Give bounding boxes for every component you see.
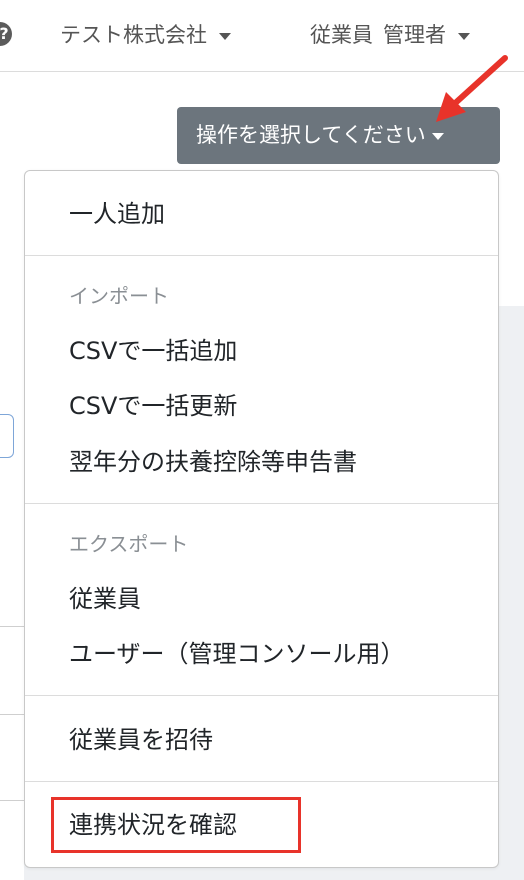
- menu-item-export-employees[interactable]: 従業員: [69, 583, 141, 615]
- company-menu[interactable]: テスト株式会社: [60, 22, 231, 48]
- select-action-button[interactable]: 操作を選択してください: [177, 107, 500, 164]
- question-circle-icon[interactable]: ?: [0, 22, 12, 46]
- action-dropdown-menu: 一人追加 インポート CSVで一括追加 CSVで一括更新 翌年分の扶養控除等申告…: [24, 170, 499, 868]
- menu-item-invite-employees[interactable]: 従業員を招待: [69, 724, 213, 756]
- background-divider: [0, 626, 24, 627]
- background-divider: [0, 714, 24, 715]
- menu-item-add-one[interactable]: 一人追加: [69, 198, 165, 230]
- page: ? テスト株式会社 従業員 管理者 操作を選択してください 一人追加 インポート …: [0, 0, 524, 880]
- background-column: [0, 306, 24, 880]
- background-input-field[interactable]: [0, 414, 14, 458]
- user-role: 管理者: [383, 23, 446, 47]
- chevron-down-icon: [219, 32, 231, 40]
- menu-item-csv-bulk-add[interactable]: CSVで一括追加: [69, 335, 237, 367]
- caret-down-icon: [431, 132, 444, 140]
- chevron-down-icon: [458, 32, 470, 40]
- background-divider: [0, 800, 24, 801]
- menu-divider: [25, 255, 498, 256]
- company-label: テスト株式会社: [60, 23, 207, 47]
- menu-divider: [25, 695, 498, 696]
- menu-divider: [25, 503, 498, 504]
- menu-item-export-users[interactable]: ユーザー（管理コンソール用）: [69, 638, 405, 670]
- menu-divider: [25, 781, 498, 782]
- menu-item-dependent-deduction-form[interactable]: 翌年分の扶養控除等申告書: [69, 446, 357, 478]
- menu-header-export: エクスポート: [69, 532, 189, 556]
- top-navbar: ? テスト株式会社 従業員 管理者: [0, 0, 524, 72]
- user-name: 従業員: [310, 23, 373, 47]
- menu-item-check-integration[interactable]: 連携状況を確認: [69, 809, 237, 841]
- user-menu[interactable]: 従業員 管理者: [310, 22, 470, 48]
- menu-item-csv-bulk-update[interactable]: CSVで一括更新: [69, 390, 237, 422]
- select-action-label: 操作を選択してください: [196, 123, 426, 147]
- menu-header-import: インポート: [69, 284, 169, 308]
